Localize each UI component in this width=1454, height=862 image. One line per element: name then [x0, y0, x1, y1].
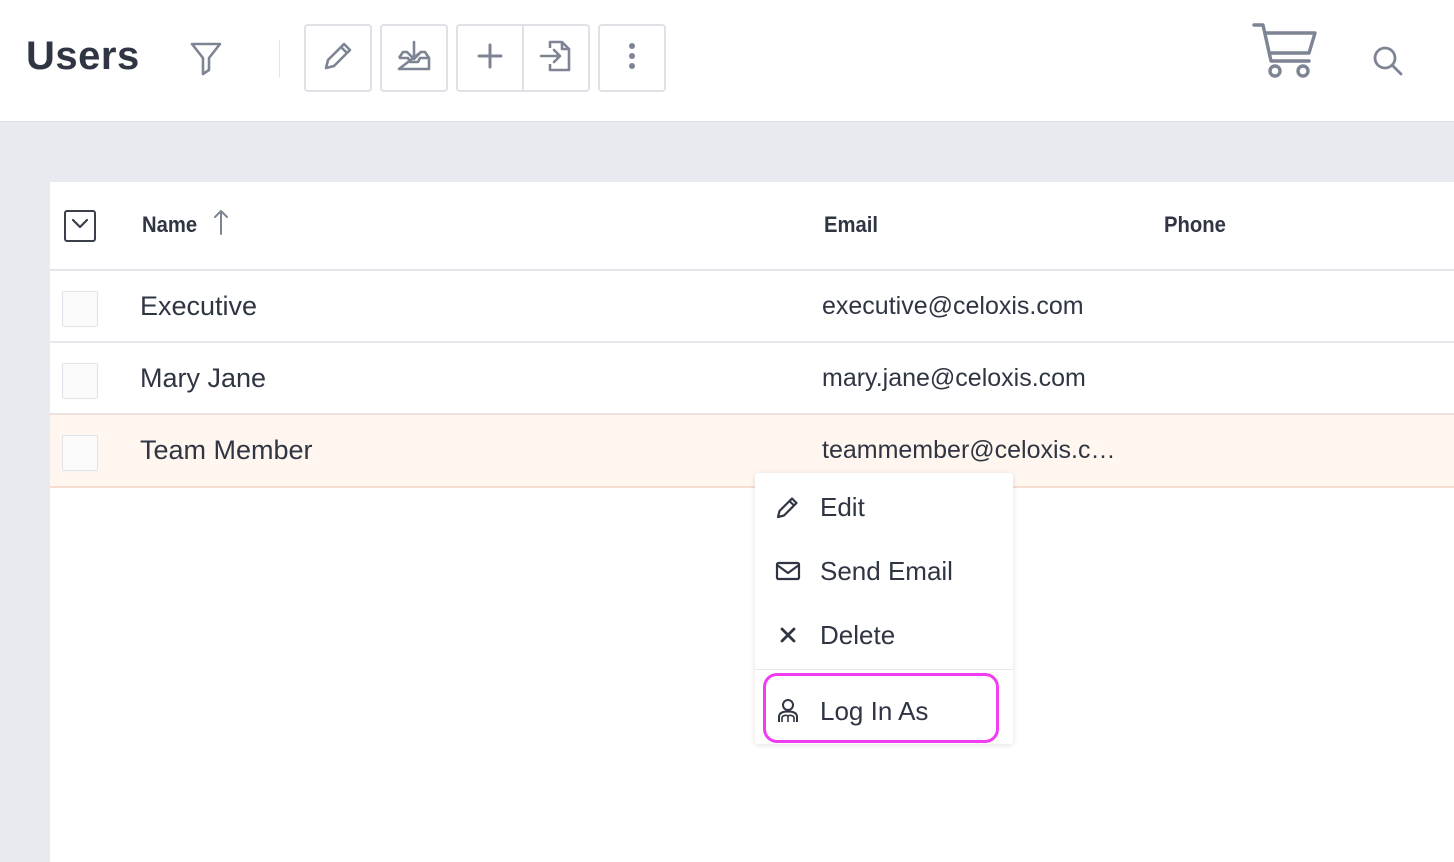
highlight-ring [763, 673, 999, 743]
top-bar: Users [0, 0, 1454, 122]
select-all-dropdown[interactable] [64, 210, 96, 242]
add-import-button-group [456, 24, 590, 92]
filter-icon[interactable] [186, 38, 226, 78]
user-email: teammember@celoxis.c… [822, 436, 1116, 464]
menu-divider [755, 669, 1013, 670]
row-checkbox[interactable] [62, 291, 98, 327]
plus-icon [475, 41, 505, 76]
menu-item-send-email[interactable]: Send Email [755, 539, 1013, 603]
envelope-icon [773, 556, 803, 586]
file-import-icon [538, 38, 574, 79]
sort-ascending-icon[interactable] [212, 208, 230, 241]
table-row[interactable]: Team Member teammember@celoxis.c… [50, 414, 1454, 488]
page-title: Users [26, 34, 140, 78]
table-row[interactable]: Executive executive@celoxis.com [50, 271, 1454, 343]
user-email: executive@celoxis.com [822, 292, 1084, 320]
menu-item-label: Send Email [820, 555, 953, 586]
menu-item-label: Edit [820, 491, 865, 522]
chevron-down-icon [70, 217, 90, 236]
row-checkbox[interactable] [62, 363, 98, 399]
table-header: Name Email Phone [50, 182, 1454, 271]
vertical-ellipsis-icon [627, 41, 637, 76]
table-row[interactable]: Mary Jane mary.jane@celoxis.com [50, 343, 1454, 415]
cart-icon[interactable] [1250, 20, 1320, 82]
toolbar-divider [279, 40, 280, 78]
pencil-icon [320, 38, 356, 79]
export-button[interactable] [380, 24, 448, 92]
edit-button[interactable] [304, 24, 372, 92]
column-header-phone[interactable]: Phone [1164, 212, 1226, 238]
close-icon [773, 620, 803, 650]
user-name[interactable]: Team Member [140, 435, 313, 466]
users-table: Name Email Phone Executive executive@cel… [50, 182, 1454, 862]
user-name[interactable]: Executive [140, 291, 257, 322]
import-button[interactable] [522, 26, 588, 90]
column-header-email[interactable]: Email [824, 212, 878, 238]
add-button[interactable] [458, 26, 522, 90]
row-checkbox[interactable] [62, 435, 98, 471]
user-email: mary.jane@celoxis.com [822, 364, 1086, 392]
more-actions-button[interactable] [598, 24, 666, 92]
download-tray-icon [395, 38, 433, 79]
menu-item-edit[interactable]: Edit [755, 475, 1013, 539]
menu-item-label: Delete [820, 619, 896, 650]
search-icon[interactable] [1368, 42, 1408, 80]
row-context-menu: Edit Send Email Delete Log In As [755, 473, 1013, 744]
pencil-icon [773, 492, 803, 522]
menu-item-delete[interactable]: Delete [755, 603, 1013, 667]
column-header-name[interactable]: Name [142, 212, 197, 238]
user-name[interactable]: Mary Jane [140, 363, 266, 394]
